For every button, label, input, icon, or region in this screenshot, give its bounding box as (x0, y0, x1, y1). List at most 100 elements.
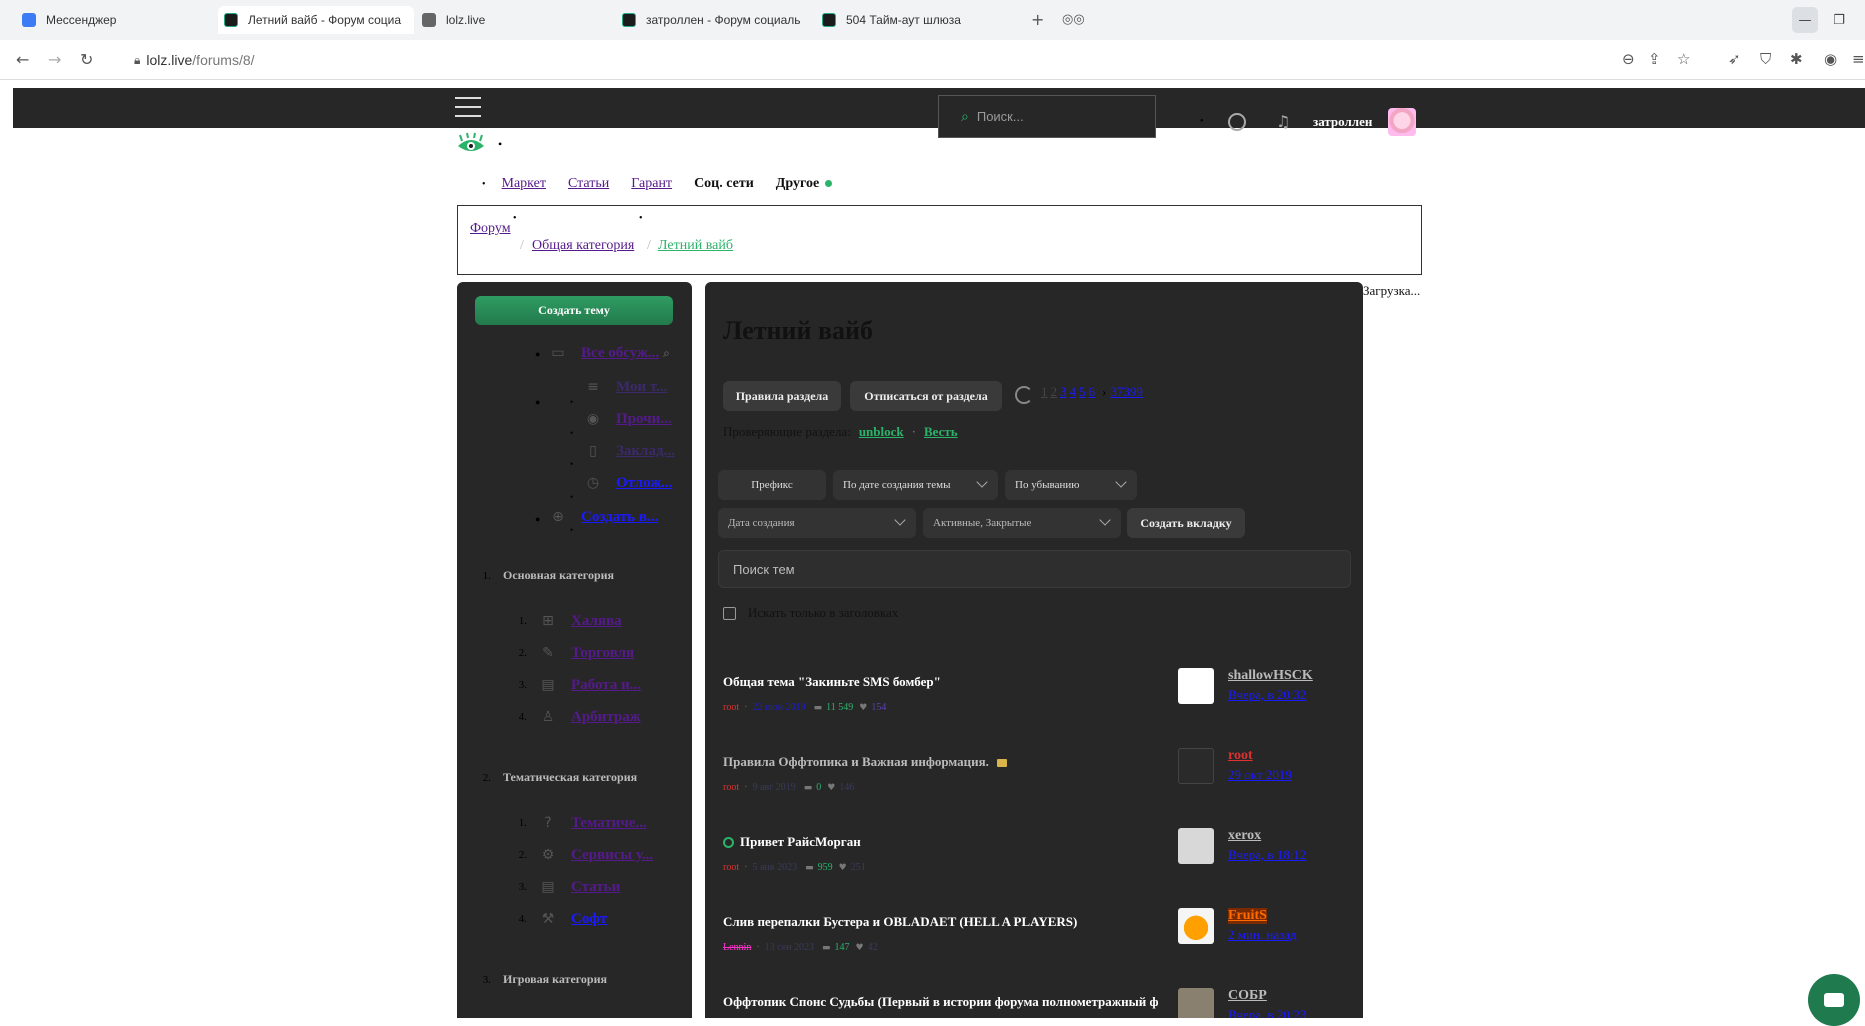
thread-date[interactable]: 5 янв 2023 (752, 862, 797, 873)
star-icon[interactable]: ☆ (1677, 50, 1690, 68)
state-select[interactable]: Активные, Закрытые (923, 508, 1121, 538)
sidebar-item-my-topics[interactable]: ≡ Мои т... (584, 378, 667, 396)
last-post-user[interactable]: FruitS (1228, 908, 1267, 924)
header-search-input[interactable] (976, 109, 1127, 124)
zoom-icon[interactable]: ⊖ (1622, 50, 1635, 68)
thread-date[interactable]: 13 сен 2023 (765, 942, 814, 953)
breadcrumb-category[interactable]: Общая категория (532, 238, 634, 254)
refresh-icon[interactable] (1015, 386, 1033, 404)
logo[interactable] (456, 132, 486, 158)
breadcrumb-forum[interactable]: Форум (470, 221, 511, 237)
incognito-icon[interactable]: ◎◎ (1062, 12, 1085, 27)
avatar[interactable] (1178, 908, 1214, 944)
unsubscribe-button[interactable]: Отписаться от раздела (850, 381, 1002, 411)
thread-date[interactable]: 9 авг 2019 (752, 782, 795, 793)
thread-date[interactable]: 22 июн 2019 (752, 702, 805, 713)
topic-search-input[interactable] (718, 550, 1351, 588)
last-post-date[interactable]: Вчера, в 20:23 (1228, 1007, 1306, 1018)
page-link-last[interactable]: 37399 (1110, 384, 1143, 400)
sidebar-item-arbitration[interactable]: 4. ♙ Арбитраж (517, 708, 641, 726)
sidebar-item-trading[interactable]: 2. ✎ Торговля (517, 644, 634, 662)
avatar[interactable] (1388, 108, 1416, 136)
hamburger-menu-icon[interactable] (455, 97, 481, 117)
thread-author[interactable]: Lennin (723, 942, 751, 953)
reload-icon[interactable]: ↻ (80, 50, 93, 69)
sidebar-item-create-tab[interactable]: ⊕ Создать в... (549, 508, 658, 526)
last-post-user[interactable]: xerox (1228, 828, 1261, 844)
nav-social[interactable]: Соц. сети (694, 176, 754, 192)
last-post-user[interactable]: shallowHSCK (1228, 668, 1313, 684)
chat-button[interactable] (1808, 974, 1860, 1026)
moderator-link[interactable]: unblock (859, 424, 904, 440)
thread-row[interactable]: Общая тема "Закиньте SMS бомбер" root · 2… (723, 668, 1353, 740)
avatar[interactable] (1178, 828, 1214, 864)
sidebar-item-all-discussions[interactable]: ▭ Все обсуж... ⌕ (549, 344, 670, 362)
thread-title[interactable]: Правила Оффтопика и Важная информация. (723, 754, 1158, 770)
avatar[interactable] (1178, 668, 1214, 704)
date-select[interactable]: Дата создания (718, 508, 916, 538)
sidebar-item-soft[interactable]: 4. ⚒ Софт (517, 910, 607, 928)
create-topic-button[interactable]: Создать тему (475, 296, 673, 325)
thread-author[interactable]: root (723, 702, 739, 713)
header-username[interactable]: затроллен (1313, 114, 1372, 130)
share-icon[interactable]: ⇪ (1648, 50, 1661, 68)
last-post-date[interactable]: Вчера, в 20:32 (1228, 687, 1306, 703)
nav-articles[interactable]: Статьи (568, 176, 609, 192)
sidebar-item-bookmarks[interactable]: ▯ Заклад... (584, 442, 675, 460)
thread-row[interactable]: Правила Оффтопика и Важная информация. r… (723, 748, 1353, 820)
thread-title[interactable]: Слив перепалки Бустера и OBLADAET (HELL … (723, 914, 1158, 930)
minimize-icon[interactable]: — (1792, 7, 1818, 33)
title-only-checkbox[interactable]: Искать только в заголовках (723, 605, 898, 621)
search-icon[interactable] (1228, 113, 1246, 131)
moderator-link[interactable]: Весть (924, 424, 958, 440)
page-link[interactable]: 1 (1041, 384, 1048, 400)
header-search[interactable]: ⌕ (938, 95, 1156, 138)
menu-icon[interactable]: ≡ (1852, 50, 1865, 68)
last-post-user[interactable]: root (1228, 748, 1253, 764)
last-post-date[interactable]: 29 окт 2019 (1228, 767, 1292, 783)
page-link[interactable]: 2 (1051, 384, 1058, 400)
thread-author[interactable]: root (723, 862, 739, 873)
page-link[interactable]: 5 (1079, 384, 1086, 400)
forward-icon[interactable]: → (48, 50, 61, 69)
url-field[interactable]: 🔒︎ lolz.live/forums/8/ (134, 52, 255, 68)
prefix-filter[interactable]: Префикс (718, 470, 826, 500)
bell-icon[interactable]: ♫ (1276, 112, 1290, 131)
avatar[interactable] (1178, 748, 1214, 784)
order-select[interactable]: По убыванию (1005, 470, 1137, 500)
avatar[interactable] (1178, 988, 1214, 1018)
tab-profile[interactable]: затроллен - Форум социаль (622, 8, 810, 32)
breadcrumb-current[interactable]: Летний вайб (658, 238, 733, 254)
sort-select[interactable]: По дате создания темы (833, 470, 998, 500)
sidebar-item-thematic[interactable]: 1. ? Тематиче... (517, 814, 647, 832)
profile-icon[interactable]: ◉ (1824, 50, 1837, 68)
rocket-icon[interactable]: ➶ (1728, 50, 1741, 68)
tab-gateway-timeout[interactable]: 504 Тайм-аут шлюза (822, 8, 1002, 32)
back-icon[interactable]: ← (16, 50, 29, 69)
thread-author[interactable]: root (723, 782, 739, 793)
sidebar-item-work[interactable]: 3. ▤ Работа и... (517, 676, 641, 694)
restore-icon[interactable]: ❐ (1826, 7, 1852, 33)
tab-active-forum[interactable]: Летний вайб - Форум социа (218, 6, 414, 34)
forum-rules-button[interactable]: Правила раздела (723, 381, 841, 411)
tab-messenger[interactable]: Мессенджер (22, 8, 202, 32)
page-link[interactable]: 3 (1060, 384, 1067, 400)
page-link[interactable]: 6 (1089, 384, 1096, 400)
new-tab-icon[interactable]: + (1031, 10, 1044, 29)
thread-row[interactable]: Привет РайсМорган root · 5 янв 2023 ▬ 959 … (723, 828, 1353, 900)
thread-title[interactable]: Оффтопик Спонс Судьбы (Первый в истории … (723, 994, 1158, 1010)
last-post-date[interactable]: 2 мин. назад (1228, 927, 1297, 943)
checkbox[interactable] (723, 606, 736, 620)
last-post-date[interactable]: Вчера, в 18:12 (1228, 847, 1306, 863)
thread-title[interactable]: Привет РайсМорган (723, 834, 1158, 850)
thread-row[interactable]: Слив перепалки Бустера и OBLADAET (HELL … (723, 908, 1353, 980)
nav-market[interactable]: Маркет (502, 176, 546, 192)
sidebar-item-deferred[interactable]: ◷ Отлож... (584, 474, 672, 492)
tab-lolz-live[interactable]: lolz.live (422, 8, 602, 32)
extensions-icon[interactable]: ✱ (1790, 50, 1803, 68)
sidebar-item-articles[interactable]: 3. ▤ Статьи (517, 878, 621, 896)
last-post-user[interactable]: СОБР (1228, 988, 1267, 1004)
nav-garant[interactable]: Гарант (631, 176, 672, 192)
thread-title[interactable]: Общая тема "Закиньте SMS бомбер" (723, 674, 1158, 690)
thread-row[interactable]: Оффтопик Спонс Судьбы (Первый в истории … (723, 988, 1353, 1018)
